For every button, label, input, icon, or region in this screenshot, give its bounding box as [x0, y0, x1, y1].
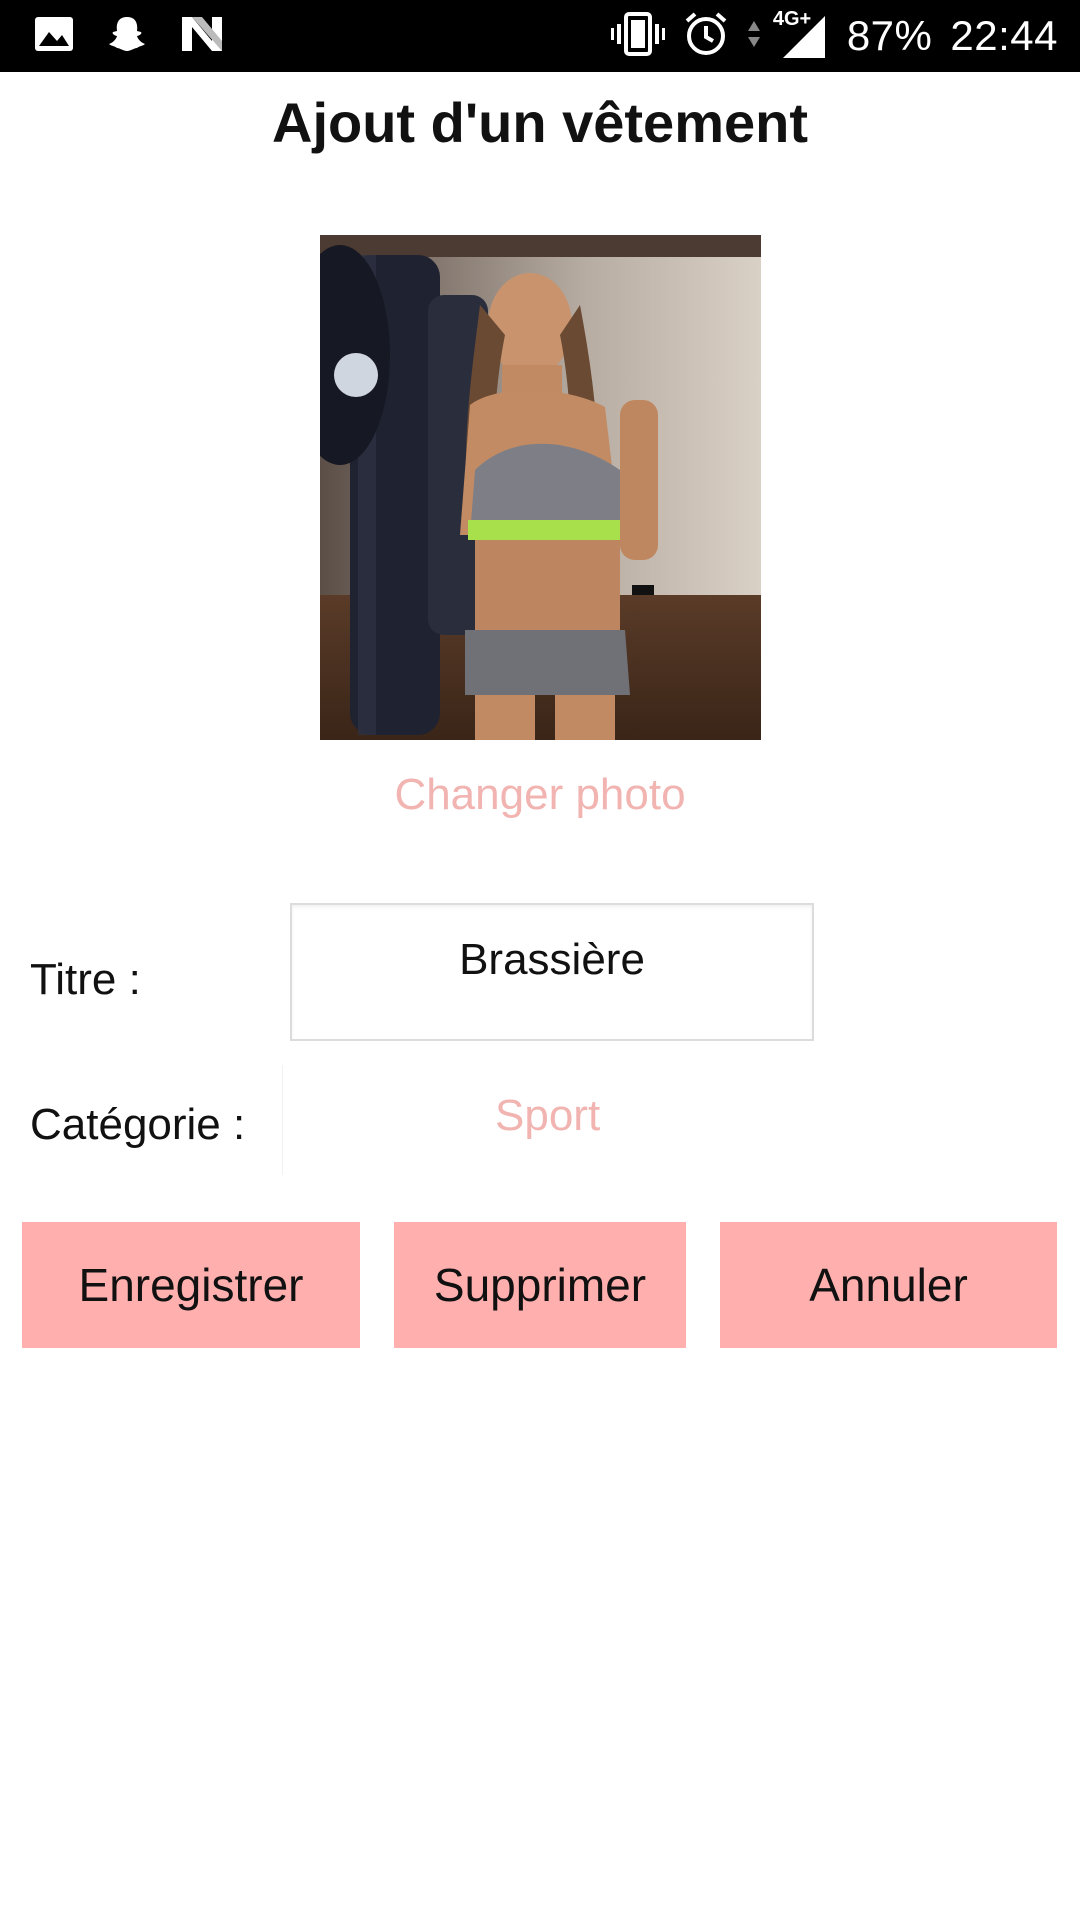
clothing-photo — [320, 235, 761, 740]
gallery-icon — [34, 16, 74, 57]
cancel-button[interactable]: Annuler — [720, 1222, 1057, 1348]
title-label: Titre : — [30, 955, 141, 1004]
delete-button[interactable]: Supprimer — [394, 1222, 686, 1348]
category-select[interactable]: Sport — [282, 1065, 1080, 1175]
category-label: Catégorie : — [30, 1100, 246, 1149]
alarm-icon — [683, 11, 729, 62]
n-app-icon — [180, 15, 224, 58]
change-photo-link[interactable]: Changer photo — [0, 770, 1080, 820]
page-title: Ajout d'un vêtement — [272, 91, 808, 154]
status-left-icons — [34, 14, 224, 58]
status-bar: 4G+ 87% 22:44 — [0, 0, 1080, 72]
snapchat-icon — [106, 14, 148, 59]
status-right: 4G+ 87% 22:44 — [610, 8, 1058, 62]
network-type: 4G+ — [772, 8, 812, 30]
data-arrows-icon — [747, 19, 761, 54]
signal-icon: 4G+ — [773, 8, 829, 60]
save-button[interactable]: Enregistrer — [22, 1222, 360, 1348]
title-input[interactable]: Brassière — [290, 903, 814, 1041]
battery-percent: 87% — [846, 12, 933, 59]
vibrate-icon — [610, 11, 665, 61]
clock: 22:44 — [950, 12, 1058, 59]
